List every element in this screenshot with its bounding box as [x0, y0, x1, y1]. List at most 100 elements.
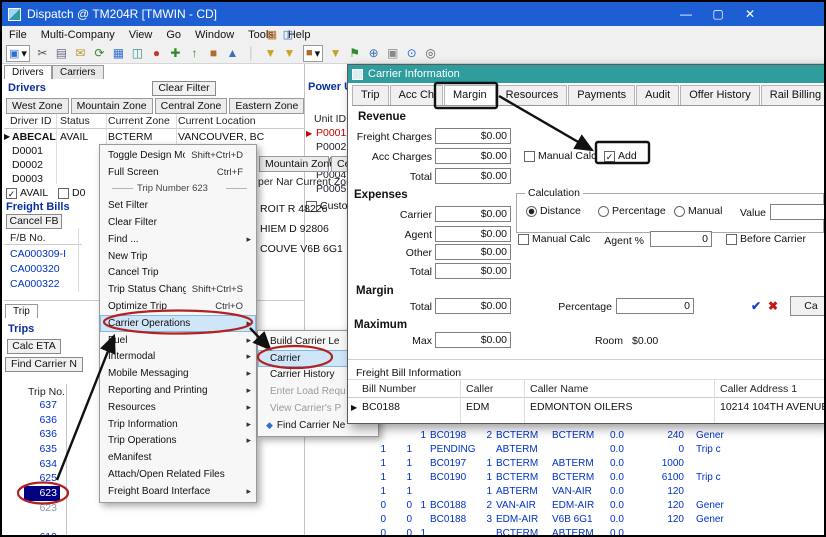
apply-button[interactable]: ✔ [751, 299, 761, 313]
context-menu-item[interactable]: Reporting and Printing ▸ [100, 382, 256, 399]
add-icon[interactable]: ✚ [166, 45, 185, 62]
margin-percentage-field[interactable]: 0 [616, 298, 694, 314]
filter-icon[interactable]: ▼ [326, 45, 345, 62]
menu-grid-icon[interactable]: ▦ [264, 28, 280, 41]
context-menu-item[interactable]: Trip Number 623 [100, 181, 256, 198]
power-unit-row[interactable]: P0002 [306, 141, 346, 155]
zone-eastern[interactable]: Eastern Zone [229, 98, 304, 114]
trip-row[interactable]: 625 [24, 471, 60, 486]
menu-window[interactable]: Window [188, 29, 241, 41]
tab-trip[interactable]: Trip [352, 85, 389, 105]
tab-trip[interactable]: Trip [5, 304, 38, 318]
menu-go[interactable]: Go [159, 29, 188, 41]
tab-audit[interactable]: Audit [636, 85, 679, 105]
context-menu-item[interactable]: Freight Board Interface ▸ [100, 483, 256, 500]
context-menu-item[interactable]: Intermodal ▸ [100, 349, 256, 366]
find-carrier-button[interactable]: Find Carrier N [5, 357, 83, 372]
menu-multi-company[interactable]: Multi-Company [34, 29, 122, 41]
menu-panels-icon[interactable]: ◫ [280, 28, 296, 41]
refresh-icon[interactable]: ⟳ [90, 45, 109, 62]
manual-radio[interactable]: Manual [674, 205, 722, 217]
context-menu-item[interactable]: Carrier Operations ▸ [100, 315, 256, 332]
globe-icon[interactable]: ⊕ [364, 45, 383, 62]
tab-payments[interactable]: Payments [568, 85, 635, 105]
minimize-button[interactable]: — [670, 2, 702, 26]
context-menu-item[interactable]: Mobile Messaging ▸ [100, 365, 256, 382]
panels-icon[interactable]: ◫ [128, 45, 147, 62]
zone-mountain-button[interactable]: Mountain Zone [259, 156, 329, 172]
driver-row[interactable]: D0003 [12, 173, 43, 187]
filter-icon[interactable]: ▼ [280, 45, 299, 62]
trip-row[interactable]: 623 [24, 501, 60, 516]
cancel-fb-button[interactable]: Cancel FB [6, 214, 62, 229]
percentage-radio[interactable]: Percentage [598, 205, 666, 217]
context-menu-item[interactable]: Resources ▸ [100, 399, 256, 416]
revenue-total-field[interactable]: $0.00 [435, 168, 511, 184]
context-menu-item[interactable]: Trip Information ▸ [100, 416, 256, 433]
margin-total-field[interactable]: $0.00 [435, 298, 511, 314]
table-row[interactable]: 0 0 BC0188 3 EDM-AIR V6B 6G1 0.0 120 Gen… [352, 512, 762, 526]
expenses-total-field[interactable]: $0.00 [435, 263, 511, 279]
cut-icon[interactable]: ✂ [33, 45, 52, 62]
trip-row[interactable]: 634 [24, 457, 60, 472]
freight-bill-row[interactable]: CA000320 [10, 263, 66, 278]
max-field[interactable]: $0.00 [435, 332, 511, 348]
table-row[interactable]: 1 BC0198 2 BCTERM BCTERM 0.0 240 Gener [352, 428, 762, 442]
context-menu-item[interactable]: Fuel ▸ [100, 332, 256, 349]
freight-charges-field[interactable]: $0.00 [435, 128, 511, 144]
sort-icon[interactable]: ▲ [223, 45, 242, 62]
trip-row[interactable] [24, 516, 60, 531]
trip-row[interactable]: 636 [24, 413, 60, 428]
calc-eta-button[interactable]: Calc ETA [7, 339, 61, 354]
up-icon[interactable]: ↑ [185, 45, 204, 62]
context-menu-item[interactable]: Trip Operations ▸ [100, 433, 256, 450]
table-row[interactable]: 1 1 BC0197 1 BCTERM ABTERM 0.0 1000 [352, 456, 762, 470]
freight-bill-row[interactable]: CA000322 [10, 278, 66, 293]
carrier-field[interactable]: $0.00 [435, 206, 511, 222]
close-button[interactable]: ✕ [734, 2, 766, 26]
table-row[interactable]: 1 1 BC0190 1 BCTERM BCTERM 0.0 6100 Trip… [352, 470, 762, 484]
tab-drivers[interactable]: Drivers [4, 65, 52, 79]
table-row[interactable]: 0 0 1 BC0188 2 VAN-AIR EDM-AIR 0.0 120 G… [352, 498, 762, 512]
menu-view[interactable]: View [122, 29, 160, 41]
freight-bill-row[interactable]: CA000309-I [10, 248, 66, 263]
bill-number-cell[interactable]: BC0188 [362, 401, 400, 413]
zone-mountain[interactable]: Mountain Zone [71, 98, 153, 114]
context-menu-item[interactable]: New Trip [100, 248, 256, 265]
print-icon[interactable]: ▤ [52, 45, 71, 62]
ca-button[interactable]: Ca [790, 296, 826, 316]
expenses-manual-calc-checkbox[interactable]: Manual Calc [518, 233, 590, 245]
clear-filter-button[interactable]: Clear Filter [152, 81, 216, 96]
context-menu-item[interactable]: Toggle Design Mode Shift+Ctrl+D [100, 147, 256, 164]
window-icon[interactable]: ▣ [383, 45, 402, 62]
tab-resources[interactable]: Resources [497, 85, 568, 105]
flag-icon[interactable]: ⚑ [345, 45, 364, 62]
record-icon[interactable]: ● [147, 45, 166, 62]
tab-carriers[interactable]: Carriers [52, 65, 104, 79]
table-row[interactable]: 0 0 1 BCTERM ABTERM 0.0 [352, 526, 762, 537]
context-menu-item[interactable]: Cancel Trip [100, 265, 256, 282]
driver-row[interactable]: D0001 [12, 145, 43, 159]
context-menu-item[interactable]: Clear Filter [100, 214, 256, 231]
table-row[interactable]: 1 1 1 ABTERM VAN-AIR 0.0 120 [352, 484, 762, 498]
tab-offer-history[interactable]: Offer History [680, 85, 760, 105]
info-icon[interactable]: ⊙ [402, 45, 421, 62]
context-menu-item[interactable]: Optimize Trip Ctrl+O [100, 298, 256, 315]
context-menu-item[interactable]: Attach/Open Related Files [100, 466, 256, 483]
tab-rail-billing[interactable]: Rail Billing [761, 85, 826, 105]
manual-calc-checkbox[interactable]: Manual Calc [524, 150, 596, 162]
table-row[interactable]: 1 1 PENDING ABTERM 0.0 0 Trip c [352, 442, 762, 456]
tab-acc-charges[interactable]: Acc Ch [390, 85, 443, 105]
zone-west[interactable]: West Zone [6, 98, 69, 114]
acc-charges-field[interactable]: $0.00 [435, 148, 511, 164]
power-unit-row[interactable]: ▶ P0001 [306, 127, 346, 141]
context-menu-item[interactable]: Trip Status Change Shift+Ctrl+S [100, 281, 256, 298]
agent-field[interactable]: $0.00 [435, 226, 511, 242]
mail-icon[interactable]: ✉ [71, 45, 90, 62]
zone-central[interactable]: Central Zone [155, 98, 228, 114]
value-field[interactable] [770, 204, 826, 220]
trip-row[interactable]: 635 [24, 442, 60, 457]
maximize-button[interactable]: ▢ [702, 2, 734, 26]
trip-row[interactable]: 623 [24, 486, 60, 501]
add-checkbox[interactable]: ✓ Add [604, 150, 637, 162]
